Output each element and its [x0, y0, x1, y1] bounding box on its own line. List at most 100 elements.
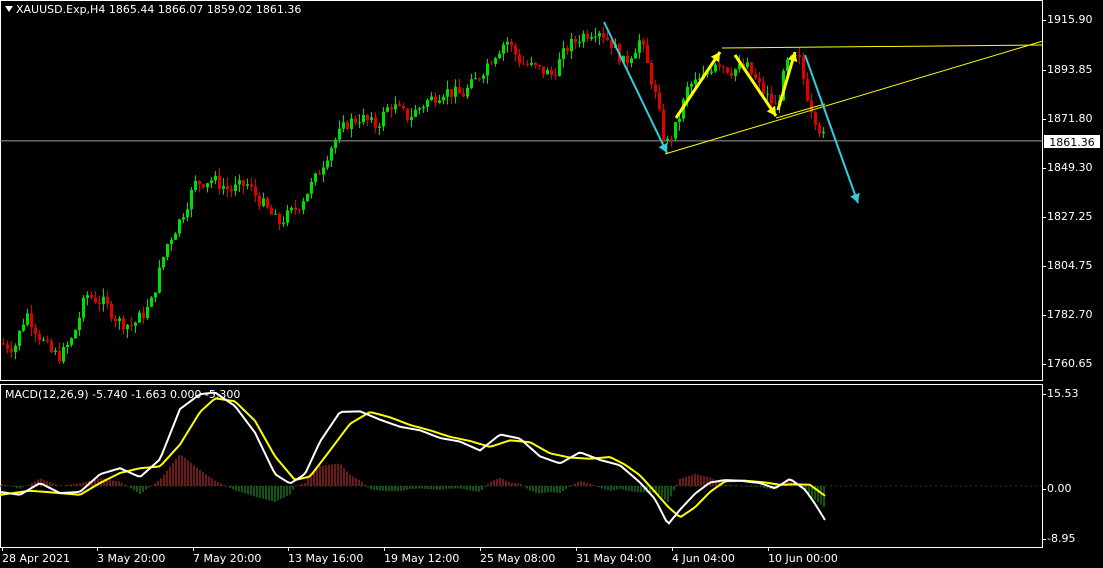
candle-body — [734, 69, 737, 76]
candle-body — [746, 62, 749, 68]
candle-body — [802, 57, 805, 79]
candle-body — [634, 52, 637, 59]
candle-body — [314, 173, 317, 182]
price-axis-label: 1782.70 — [1047, 308, 1093, 321]
candle-body — [326, 160, 329, 168]
time-axis-label: 28 Apr 2021 — [2, 552, 71, 565]
candle-body — [750, 62, 753, 75]
candle-body — [654, 84, 657, 93]
candle-body — [18, 330, 21, 346]
candle-body — [594, 36, 597, 38]
candle-body — [194, 180, 197, 191]
candle-body — [250, 184, 253, 187]
candle-body — [346, 122, 349, 129]
candle-body — [530, 62, 533, 65]
candle-body — [54, 350, 57, 352]
candle-body — [190, 190, 193, 210]
candle-body — [754, 74, 757, 79]
candle-body — [626, 55, 629, 64]
candle-body — [86, 295, 89, 298]
candle-body — [694, 79, 697, 85]
candle-body — [182, 217, 185, 220]
candle-body — [374, 117, 377, 128]
up-arrow-yellow-1 — [674, 51, 722, 119]
down-arrow-blue-2 — [804, 54, 860, 204]
macd-axis-label: 0.00 — [1047, 482, 1072, 495]
candle-body — [90, 295, 93, 298]
price-chart-canvas[interactable] — [0, 0, 1043, 381]
candle-body — [562, 48, 565, 60]
candle-body — [666, 138, 669, 141]
candle-body — [274, 213, 277, 215]
candle-body — [222, 186, 225, 189]
macd-axis-label: -8.95 — [1047, 532, 1076, 545]
symbol-info-header: XAUUSD.Exp,H4 1865.44 1866.07 1859.02 18… — [5, 3, 301, 16]
price-axis-label: 1849.30 — [1047, 161, 1093, 174]
candle-body — [798, 55, 801, 58]
candle-body — [414, 109, 417, 117]
candle-body — [322, 167, 325, 175]
candle-body — [498, 53, 501, 59]
candle-body — [226, 186, 229, 190]
candle-body — [42, 339, 45, 341]
candle-body — [362, 115, 365, 123]
candle-body — [450, 89, 453, 97]
candle-body — [50, 341, 53, 352]
candle-body — [290, 207, 293, 211]
candle-body — [338, 128, 341, 140]
candle-body — [774, 103, 777, 105]
candle-body — [98, 302, 101, 304]
candle-body — [442, 96, 445, 101]
price-axis-label: 1871.80 — [1047, 112, 1093, 125]
low-price: 1859.02 — [206, 3, 253, 16]
candle-body — [402, 105, 405, 109]
candle-body — [378, 126, 381, 128]
resistance-line — [721, 44, 1043, 49]
candle-body — [110, 303, 113, 319]
candle-body — [138, 312, 141, 323]
candle-body — [762, 82, 765, 94]
candle-body — [722, 66, 725, 68]
macd-chart-canvas[interactable] — [0, 384, 1043, 548]
candle-body — [70, 338, 73, 345]
symbol-name: XAUUSD.Exp,H4 — [16, 3, 106, 16]
candle-body — [538, 65, 541, 67]
candle-body — [534, 62, 537, 66]
candle-body — [466, 87, 469, 97]
candle-body — [238, 180, 241, 185]
candle-body — [286, 210, 289, 223]
time-axis-label: 13 May 16:00 — [288, 552, 364, 565]
candle-body — [542, 66, 545, 75]
candle-body — [646, 44, 649, 63]
candle-body — [570, 39, 573, 52]
candle-body — [710, 71, 713, 73]
candle-body — [390, 107, 393, 110]
candle-body — [230, 189, 233, 192]
candle-body — [502, 44, 505, 54]
candle-body — [494, 58, 497, 64]
dropdown-triangle-icon[interactable] — [5, 6, 13, 12]
candle-body — [814, 112, 817, 125]
candle-body — [590, 36, 593, 39]
candle-body — [386, 107, 389, 112]
candle-body — [758, 78, 761, 83]
candle-body — [82, 297, 85, 318]
candle-body — [94, 297, 97, 303]
candle-body — [102, 296, 105, 304]
candle-body — [146, 306, 149, 318]
candle-body — [806, 78, 809, 101]
price-axis-label: 1893.85 — [1047, 63, 1093, 76]
candle-body — [206, 183, 209, 188]
candle-body — [2, 343, 5, 345]
candle-body — [10, 348, 13, 353]
candle-body — [38, 333, 41, 341]
candle-body — [526, 63, 529, 65]
candle-body — [6, 344, 9, 349]
candle-body — [478, 78, 481, 80]
candle-body — [234, 184, 237, 192]
candle-body — [578, 42, 581, 44]
pattern-lines — [664, 40, 1043, 155]
arrow-shaft — [733, 54, 778, 117]
chart-window[interactable]: XAUUSD.Exp,H4 1865.44 1866.07 1859.02 18… — [0, 0, 1103, 568]
candle-body — [302, 201, 305, 210]
